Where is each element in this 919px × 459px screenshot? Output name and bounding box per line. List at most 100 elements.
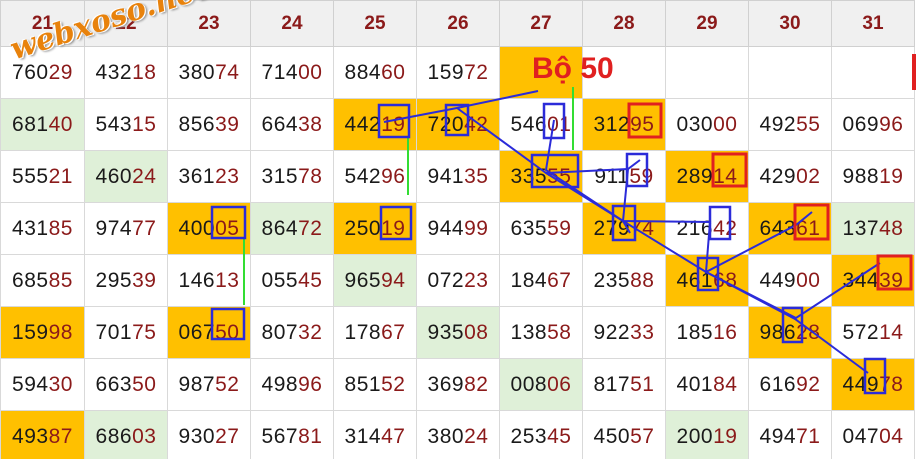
result-cell: 98628 — [748, 306, 832, 359]
result-cell: 59430 — [0, 358, 85, 411]
result-cell: 72042 — [416, 98, 500, 151]
result-cell: 00806 — [499, 358, 583, 411]
result-cell: 66438 — [250, 98, 334, 151]
result-cell: 27974 — [582, 202, 666, 255]
date-header: 31 — [831, 0, 915, 47]
result-cell: 40184 — [665, 358, 749, 411]
result-cell: 43185 — [0, 202, 85, 255]
result-cell: 36982 — [416, 358, 500, 411]
result-cell: 98819 — [831, 150, 915, 203]
table-row: 68585 29539 14613 05545 96594 07223 18467 23588… — [0, 254, 915, 307]
result-cell: 86472 — [250, 202, 334, 255]
result-cell: 68140 — [0, 98, 85, 151]
result-cell: 21642 — [665, 202, 749, 255]
result-cell — [665, 46, 749, 99]
date-header: 27 — [499, 0, 583, 47]
result-cell: 45057 — [582, 410, 666, 459]
result-cell: 80732 — [250, 306, 334, 359]
result-cell: 56781 — [250, 410, 334, 459]
table-row: 49387 68603 93027 56781 31447 38024 25345 45057… — [0, 410, 915, 459]
result-cell: 13748 — [831, 202, 915, 255]
result-cell: 54315 — [84, 98, 168, 151]
result-cell: 38024 — [416, 410, 500, 459]
date-header: 25 — [333, 0, 417, 47]
result-cell: 63559 — [499, 202, 583, 255]
date-header: 28 — [582, 0, 666, 47]
result-cell: 94135 — [416, 150, 500, 203]
result-cell: 07223 — [416, 254, 500, 307]
date-header: 29 — [665, 0, 749, 47]
result-cell: 03000 — [665, 98, 749, 151]
result-cell: 68603 — [84, 410, 168, 459]
result-cell: 70175 — [84, 306, 168, 359]
result-cell: 66350 — [84, 358, 168, 411]
result-cell: 06996 — [831, 98, 915, 151]
lottery-grid-view: 21 22 23 24 25 26 27 28 29 30 31 76029 43218 38074 71… — [0, 0, 919, 459]
result-cell: 54296 — [333, 150, 417, 203]
result-cell: 25345 — [499, 410, 583, 459]
table-row: 43185 97477 40005 86472 25019 94499 63559 27974… — [0, 202, 915, 255]
result-cell: 92233 — [582, 306, 666, 359]
result-cell: 88460 — [333, 46, 417, 99]
result-cell: 36123 — [167, 150, 251, 203]
result-cell: 42902 — [748, 150, 832, 203]
date-header: 26 — [416, 0, 500, 47]
result-cell: 68585 — [0, 254, 85, 307]
results-table: 21 22 23 24 25 26 27 28 29 30 31 76029 43218 38074 71… — [0, 0, 915, 459]
result-cell: 38074 — [167, 46, 251, 99]
result-cell: 57214 — [831, 306, 915, 359]
result-cell: 85152 — [333, 358, 417, 411]
result-cell: 28914 — [665, 150, 749, 203]
result-cell: 17867 — [333, 306, 417, 359]
result-cell: 49255 — [748, 98, 832, 151]
result-cell: 44978 — [831, 358, 915, 411]
result-cell: 15998 — [0, 306, 85, 359]
table-row: 68140 54315 85639 66438 44219 72042 54601 31295… — [0, 98, 915, 151]
table-row: 59430 66350 98752 49896 85152 36982 00806 81751… — [0, 358, 915, 411]
results-body: 76029 43218 38074 71400 88460 15972 68140 54315… — [0, 46, 915, 459]
result-cell: 23588 — [582, 254, 666, 307]
result-cell: 05545 — [250, 254, 334, 307]
result-cell: 49387 — [0, 410, 85, 459]
result-cell: 31578 — [250, 150, 334, 203]
result-cell: 15972 — [416, 46, 500, 99]
result-cell: 18467 — [499, 254, 583, 307]
result-cell: 81751 — [582, 358, 666, 411]
result-cell: 31447 — [333, 410, 417, 459]
result-cell: 97477 — [84, 202, 168, 255]
result-cell: 33555 — [499, 150, 583, 203]
result-cell: 43218 — [84, 46, 168, 99]
date-header: 30 — [748, 0, 832, 47]
result-cell: 40005 — [167, 202, 251, 255]
result-cell: 46024 — [84, 150, 168, 203]
result-cell: 55521 — [0, 150, 85, 203]
result-cell: 71400 — [250, 46, 334, 99]
result-cell: 14613 — [167, 254, 251, 307]
result-cell: 96594 — [333, 254, 417, 307]
pattern-label: Bộ 50 — [532, 52, 614, 85]
result-cell: 54601 — [499, 98, 583, 151]
result-cell: 20019 — [665, 410, 749, 459]
table-row: 76029 43218 38074 71400 88460 15972 — [0, 46, 915, 99]
result-cell: 13858 — [499, 306, 583, 359]
result-cell: 61692 — [748, 358, 832, 411]
result-cell: 93508 — [416, 306, 500, 359]
result-cell: 25019 — [333, 202, 417, 255]
result-cell: 64361 — [748, 202, 832, 255]
result-cell: 34439 — [831, 254, 915, 307]
table-row: 15998 70175 06750 80732 17867 93508 13858 92233… — [0, 306, 915, 359]
result-cell: 31295 — [582, 98, 666, 151]
result-cell — [831, 46, 915, 99]
result-cell: 04704 — [831, 410, 915, 459]
result-cell: 06750 — [167, 306, 251, 359]
result-cell: 49471 — [748, 410, 832, 459]
result-cell: 49896 — [250, 358, 334, 411]
result-cell: 85639 — [167, 98, 251, 151]
result-cell: 93027 — [167, 410, 251, 459]
result-cell: 44219 — [333, 98, 417, 151]
table-row: 55521 46024 36123 31578 54296 94135 33555 91159… — [0, 150, 915, 203]
result-cell: 98752 — [167, 358, 251, 411]
result-cell: 29539 — [84, 254, 168, 307]
result-cell: 44900 — [748, 254, 832, 307]
result-cell: 91159 — [582, 150, 666, 203]
